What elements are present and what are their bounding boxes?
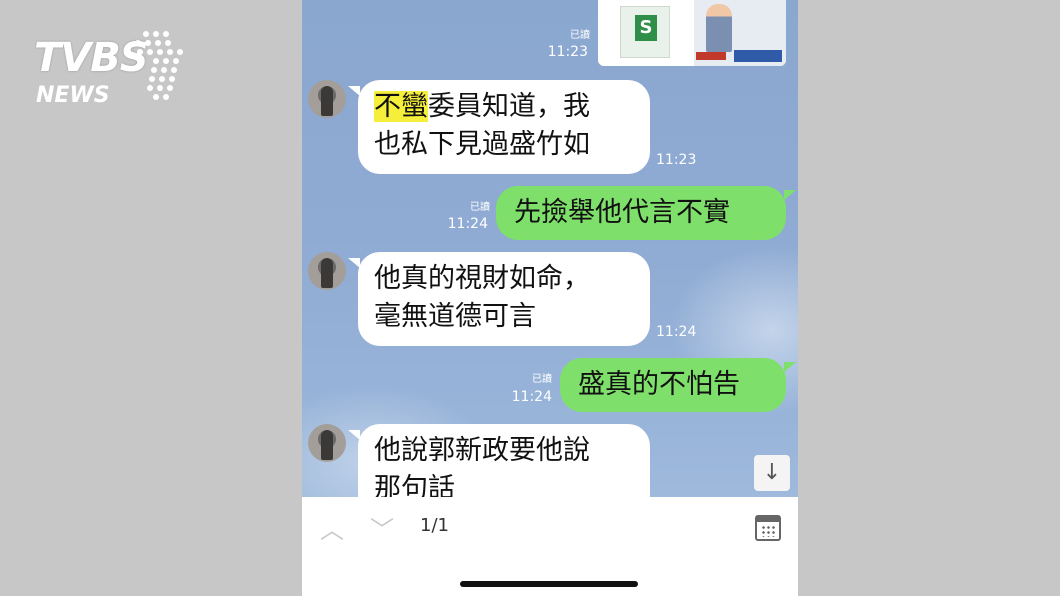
message-line: 毫無道德可言 [374, 301, 536, 332]
message-line: 也私下見過盛竹如 [374, 129, 590, 160]
poster-image [694, 0, 786, 66]
chevron-up-icon: ︿ [320, 516, 344, 544]
calendar-icon [757, 517, 779, 522]
message-line: 不蠻委員知道，我 [374, 88, 634, 126]
message-text: 委員知道，我 [428, 91, 590, 122]
previous-result-button[interactable]: ︿ [320, 516, 344, 544]
bubble-tail [784, 190, 796, 200]
chat-screen: S 已讀 11:23 不蠻委員知道，我 也私下見過盛竹如 11:23 已讀 11… [302, 0, 798, 596]
message-line: 他說郭新政要他說 [374, 435, 590, 466]
read-receipt: 已讀 [470, 202, 490, 213]
result-page-indicator: 1/1 [420, 515, 449, 536]
message-time: 11:24 [447, 216, 488, 232]
avatar[interactable] [308, 424, 346, 462]
bubble-tail [784, 362, 796, 372]
message-time: 11:24 [656, 324, 697, 340]
calendar-button[interactable] [755, 515, 781, 541]
message-time: 11:23 [547, 44, 588, 60]
next-result-button[interactable]: ﹀ [370, 516, 394, 544]
outgoing-message[interactable]: 先撿舉他代言不實 [496, 186, 786, 240]
scroll-down-button[interactable]: ↓ [754, 455, 790, 491]
message-time: 11:24 [511, 389, 552, 405]
read-receipt: 已讀 [532, 374, 552, 385]
product-image: S [620, 6, 670, 58]
logo-sub-text: NEWS [36, 83, 110, 108]
outgoing-message[interactable]: 盛真的不怕告 [560, 358, 786, 412]
home-indicator[interactable] [460, 581, 638, 587]
chevron-down-icon: ﹀ [370, 516, 394, 544]
image-message-thumbnail[interactable]: S [598, 0, 786, 66]
incoming-message[interactable]: 他真的視財如命， 毫無道德可言 [358, 252, 650, 346]
highlighted-text: 不蠻 [374, 91, 428, 122]
message-line: 他真的視財如命， [374, 263, 590, 294]
avatar[interactable] [308, 252, 346, 290]
read-receipt: 已讀 [570, 30, 590, 41]
logo-dots-icon [135, 31, 183, 100]
avatar[interactable] [308, 80, 346, 118]
incoming-message[interactable]: 不蠻委員知道，我 也私下見過盛竹如 [358, 80, 650, 174]
arrow-down-icon: ↓ [762, 460, 782, 485]
message-time: 11:23 [656, 152, 697, 168]
search-result-bar: ︿ ﹀ 1/1 [302, 497, 798, 596]
tvbs-news-logo: TVBS NEWS [34, 30, 184, 110]
